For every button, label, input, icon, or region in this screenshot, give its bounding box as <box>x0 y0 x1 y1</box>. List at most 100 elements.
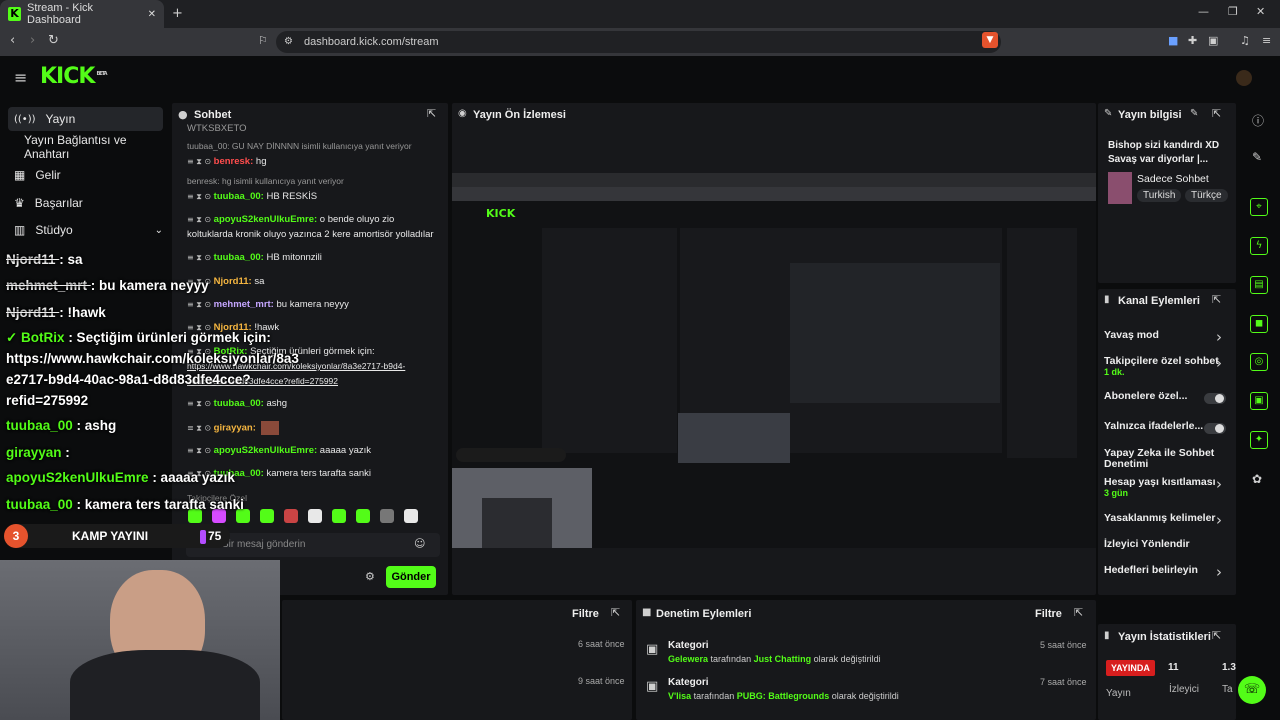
moderation-icons[interactable]: ≡ ⧗ ⊙ <box>187 300 214 309</box>
chevron-right-icon[interactable]: › <box>1216 354 1222 372</box>
chevron-right-icon[interactable]: › <box>1216 511 1222 529</box>
popout-icon[interactable]: ⇱ <box>1212 293 1221 306</box>
sidebar-toggle-icon[interactable]: ▣ <box>1208 34 1218 47</box>
browser-tab[interactable]: K Stream - Kick Dashboard ✕ <box>0 0 164 28</box>
chevron-right-icon[interactable]: › <box>1216 563 1222 581</box>
scan-icon[interactable]: ⌖ <box>1250 198 1268 216</box>
info-icon[interactable]: ⓘ <box>1252 112 1264 129</box>
chat-settings-icon[interactable]: ⚙ <box>365 570 375 583</box>
emote-button[interactable] <box>284 509 298 523</box>
filter-button[interactable]: Filtre <box>572 608 599 620</box>
chat-username[interactable]: tuubaa_00: <box>214 252 267 263</box>
emote-button[interactable] <box>404 509 418 523</box>
emote-button[interactable] <box>356 509 370 523</box>
media-icon[interactable]: ♫ <box>1240 34 1250 47</box>
channel-action-item[interactable]: Hedefleri belirleyin <box>1104 565 1224 576</box>
sidebar-item-label: Yayın <box>45 112 76 126</box>
channel-action-item[interactable]: Yavaş mod <box>1104 330 1224 341</box>
sidebar-item-stream-key[interactable]: Yayın Bağlantısı ve Anahtarı <box>8 133 163 161</box>
popout-icon[interactable]: ⇱ <box>1212 629 1221 642</box>
action-sub: 1 dk. <box>1104 367 1125 377</box>
chat-username[interactable]: mehmet_mrt: <box>214 299 277 310</box>
emote-button[interactable] <box>308 509 322 523</box>
close-tab-icon[interactable]: ✕ <box>148 9 156 20</box>
overlay-chat-line: refid=275992 <box>6 393 88 408</box>
send-button[interactable]: Gönder <box>386 566 436 588</box>
plugin-icon[interactable]: ✿ <box>1252 472 1262 486</box>
back-icon[interactable]: ‹ <box>10 33 15 48</box>
chat-bubble-icon[interactable]: ◼ <box>1250 315 1268 333</box>
stream-preview-video[interactable]: KICK <box>452 173 1096 548</box>
moderation-icons[interactable]: ≡ ⧗ ⊙ <box>187 215 214 224</box>
sidebar-item-gelir[interactable]: ▦ Gelir <box>8 163 163 187</box>
reload-icon[interactable]: ↻ <box>48 33 59 48</box>
action-label: Hedefleri belirleyin <box>1104 564 1198 576</box>
edit-icon[interactable]: ✎ <box>1190 108 1198 119</box>
support-headset-icon[interactable]: ☏ <box>1238 676 1266 704</box>
moderation-icons[interactable]: ≡ ⧗ ⊙ <box>187 192 214 201</box>
channel-action-item[interactable]: Yapay Zeka ile Sohbet Denetimi <box>1104 448 1224 470</box>
user-avatar[interactable] <box>1236 70 1252 86</box>
overlay-chat-line: ✓ BotRix : Seçtiğim ürünleri görmek için… <box>6 330 271 346</box>
extension-icon[interactable]: ■ <box>1168 34 1178 47</box>
nested-preview-recursive <box>790 263 1000 403</box>
channel-action-item[interactable]: Hesap yaşı kısıtlaması 3 gün <box>1104 477 1224 499</box>
lightning-icon[interactable]: ϟ <box>1250 237 1268 255</box>
minimize-icon[interactable]: — <box>1198 5 1209 18</box>
moderation-icons[interactable]: ≡ ⧗ ⊙ <box>187 424 214 433</box>
overlay-chat-line: Njord11 : sa <box>6 252 83 267</box>
popout-icon[interactable]: ⇱ <box>1212 107 1221 120</box>
chat-username[interactable]: tuubaa_00: <box>214 398 267 409</box>
forward-icon[interactable]: › <box>30 33 35 48</box>
chevron-right-icon[interactable]: › <box>1216 475 1222 493</box>
menu-icon[interactable]: ≡ <box>1262 34 1271 47</box>
extensions-puzzle-icon[interactable]: ✚ <box>1188 34 1197 47</box>
chevron-right-icon[interactable]: › <box>1216 328 1222 346</box>
sidebar-item-studyo[interactable]: ▥ Stüdyo ⌄ <box>8 218 163 242</box>
new-tab-icon[interactable]: + <box>172 6 183 21</box>
toggle-switch[interactable] <box>1204 423 1226 434</box>
chat-message: ≡ ⧗ ⊙ apoyuS2kenUlkuEmre: aaaaa yazık <box>187 445 371 456</box>
emote-button[interactable] <box>260 509 274 523</box>
camera-icon[interactable]: ▣ <box>1250 392 1268 410</box>
url-input[interactable]: ⚙ dashboard.kick.com/stream <box>276 31 1001 53</box>
overlay-text: : bu kamera neyyy <box>90 278 209 293</box>
channel-action-item[interactable]: Takipçilere özel sohbet 1 dk. <box>1104 356 1224 378</box>
address-bar-row: ‹ › ↻ ⚐ ⚙ dashboard.kick.com/stream ▼ ■ … <box>0 28 1280 56</box>
bookmark-icon[interactable]: ⚐ <box>258 34 268 47</box>
action-label: Abonelere özel... <box>1104 390 1188 402</box>
broadcast-icon[interactable]: ◎ <box>1250 353 1268 371</box>
channel-action-item[interactable]: Yasaklanmış kelimeler <box>1104 513 1224 524</box>
brave-shield-icon[interactable]: ▼ <box>982 32 998 48</box>
chat-username[interactable]: girayyan: <box>214 423 259 434</box>
site-info-icon[interactable]: ⚙ <box>284 31 293 53</box>
channel-action-item[interactable]: İzleyici Yönlendir <box>1104 539 1224 550</box>
toggle-switch[interactable] <box>1204 393 1226 404</box>
kick-logo[interactable]: KICK BETA <box>40 64 108 89</box>
moderation-icons[interactable]: ≡ ⧗ ⊙ <box>187 399 214 408</box>
moderation-icons[interactable]: ≡ ⧗ ⊙ <box>187 446 214 455</box>
chat-username[interactable]: Njord11: <box>214 276 255 287</box>
close-window-icon[interactable]: ✕ <box>1256 5 1265 18</box>
document-icon[interactable]: ▤ <box>1250 276 1268 294</box>
chat-username[interactable]: tuubaa_00: <box>214 191 267 202</box>
pencil-icon[interactable]: ✎ <box>1252 150 1262 164</box>
popout-icon[interactable]: ⇱ <box>427 107 436 120</box>
maximize-icon[interactable]: ❐ <box>1228 5 1238 18</box>
sidebar-item-basarilar[interactable]: ♛ Başarılar <box>8 191 163 215</box>
popout-icon[interactable]: ⇱ <box>1074 606 1083 619</box>
filter-button[interactable]: Filtre <box>1035 608 1062 620</box>
moderation-icons[interactable]: ≡ ⧗ ⊙ <box>187 157 214 166</box>
chat-username[interactable]: apoyuS2kenUlkuEmre: <box>214 445 320 456</box>
sidebar-item-yayin[interactable]: ((•)) Yayın <box>8 107 163 131</box>
moderation-icons[interactable]: ≡ ⧗ ⊙ <box>187 253 214 262</box>
chat-username[interactable]: apoyuS2kenUlkuEmre: <box>214 214 320 225</box>
wrench-icon[interactable]: ✦ <box>1250 431 1268 449</box>
hamburger-menu-icon[interactable]: ≡ <box>14 68 27 87</box>
emote-button[interactable] <box>332 509 346 523</box>
chat-username[interactable]: benresk: <box>214 156 256 167</box>
overlay-chat-line: apoyuS2kenUlkuEmre : aaaaa yazık <box>6 470 235 485</box>
emote-button[interactable] <box>380 509 394 523</box>
popout-icon[interactable]: ⇱ <box>611 606 620 619</box>
emoji-icon[interactable]: ☺ <box>414 537 425 550</box>
